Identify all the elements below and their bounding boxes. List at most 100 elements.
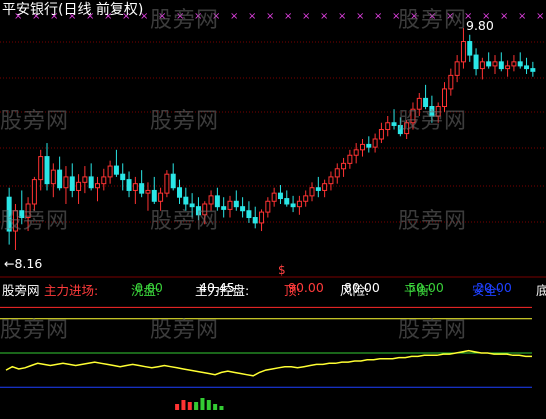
cross-marker: × bbox=[302, 11, 310, 22]
candle-body bbox=[391, 122, 397, 126]
candle-body bbox=[246, 210, 252, 219]
candle-body bbox=[511, 61, 517, 67]
candle-body bbox=[164, 173, 170, 194]
wash-bar bbox=[219, 406, 224, 410]
candle-body bbox=[347, 154, 353, 164]
cross-marker: × bbox=[338, 11, 346, 22]
candle-body bbox=[259, 211, 265, 224]
candle-body bbox=[479, 61, 485, 70]
candle-body bbox=[252, 217, 258, 224]
candle-body bbox=[290, 203, 296, 208]
cross-marker: × bbox=[518, 11, 526, 22]
candle-body bbox=[334, 168, 340, 178]
cross-marker: × bbox=[266, 11, 274, 22]
candle-body bbox=[524, 65, 530, 70]
candle-body bbox=[94, 183, 100, 189]
watermark: 股旁网 bbox=[398, 209, 468, 234]
wash-bar bbox=[200, 398, 205, 410]
high-price-label: 9.80 bbox=[466, 18, 494, 33]
candle-body bbox=[177, 187, 183, 198]
candle-body bbox=[44, 156, 50, 185]
candle-body bbox=[341, 162, 347, 170]
candle-body bbox=[240, 206, 246, 212]
indicator-control-value: 40.45 bbox=[199, 280, 235, 295]
indicator-risk-value: 80.00 bbox=[344, 280, 380, 295]
candle-body bbox=[385, 122, 391, 131]
indicator-safe-value: 20.00 bbox=[476, 280, 512, 295]
control-line bbox=[5, 349, 532, 377]
candle-body bbox=[492, 61, 498, 67]
candle-body bbox=[265, 200, 271, 213]
candle-body bbox=[315, 187, 321, 191]
candle-body bbox=[139, 183, 145, 194]
cross-marker: × bbox=[374, 11, 382, 22]
watermark: 股旁网 bbox=[398, 318, 468, 343]
candle-body bbox=[498, 61, 504, 70]
chart-window[interactable]: × × × × × × × × × × × × × × × × × × × × × × × × × × × × × × 平安银行(日线 前… bbox=[0, 0, 546, 419]
candle-body bbox=[88, 176, 94, 189]
candle-body bbox=[460, 41, 466, 63]
watermark: 股旁网 bbox=[150, 109, 220, 134]
candle-body bbox=[50, 169, 56, 185]
candle-body bbox=[517, 61, 523, 67]
candle-body bbox=[448, 74, 454, 90]
candle-body bbox=[233, 200, 239, 208]
indicator-wash-value: 0.00 bbox=[135, 280, 163, 295]
candle-body bbox=[31, 179, 37, 205]
candle-body bbox=[372, 138, 378, 148]
watermark: 股旁网 bbox=[150, 8, 220, 33]
indicator-balance-value: 50.00 bbox=[408, 280, 444, 295]
entry-bar bbox=[181, 400, 186, 410]
cross-marker: × bbox=[320, 11, 328, 22]
candle-body bbox=[322, 183, 328, 191]
wash-bar bbox=[194, 402, 199, 410]
candle-body bbox=[82, 176, 88, 183]
cross-marker: × bbox=[230, 11, 238, 22]
watermark: 股旁网 bbox=[0, 209, 70, 234]
indicator-source-label: 股旁网 bbox=[2, 283, 40, 298]
candle-body bbox=[221, 206, 227, 210]
indicator-bottom-label: 底 bbox=[536, 283, 546, 298]
candle-body bbox=[486, 61, 492, 67]
entry-bar bbox=[175, 404, 180, 410]
entry-bar bbox=[187, 402, 192, 410]
indicator-entry-label: 主力进场: bbox=[44, 283, 99, 298]
candle-body bbox=[107, 165, 113, 178]
candle-body bbox=[353, 149, 359, 156]
candle-body bbox=[120, 173, 126, 181]
cross-marker: × bbox=[248, 11, 256, 22]
candle-body bbox=[76, 181, 82, 191]
candle-body bbox=[467, 41, 473, 56]
candle-body bbox=[530, 68, 536, 72]
candle-body bbox=[505, 65, 511, 70]
candle-body bbox=[271, 192, 277, 202]
candle-body bbox=[63, 176, 69, 189]
candle-body bbox=[359, 143, 365, 151]
watermark: 股旁网 bbox=[398, 8, 468, 33]
watermark: 股旁网 bbox=[150, 318, 220, 343]
watermark: 股旁网 bbox=[398, 109, 468, 134]
candle-body bbox=[38, 156, 44, 181]
candle-body bbox=[328, 176, 334, 185]
cross-marker: × bbox=[284, 11, 292, 22]
candle-body bbox=[69, 176, 75, 191]
wash-bar bbox=[213, 404, 218, 410]
low-price-label: ←8.16 bbox=[4, 256, 43, 271]
candle-body bbox=[132, 183, 138, 191]
candle-body bbox=[227, 200, 233, 210]
candle-body bbox=[170, 173, 176, 189]
candle-body bbox=[378, 129, 384, 140]
indicator-top-value: 90.00 bbox=[288, 280, 324, 295]
candle-body bbox=[284, 198, 290, 205]
candle-body bbox=[366, 143, 372, 148]
candle-body bbox=[113, 165, 119, 175]
window-title: 平安银行(日线 前复权) bbox=[2, 2, 144, 18]
watermark: 股旁网 bbox=[0, 109, 70, 134]
candle-body bbox=[151, 189, 157, 202]
candle-body bbox=[296, 200, 302, 208]
candle-body bbox=[454, 61, 460, 76]
candle-body bbox=[309, 187, 315, 197]
candle-body bbox=[473, 54, 479, 70]
wash-bar bbox=[206, 400, 211, 410]
candle-body bbox=[101, 176, 107, 185]
